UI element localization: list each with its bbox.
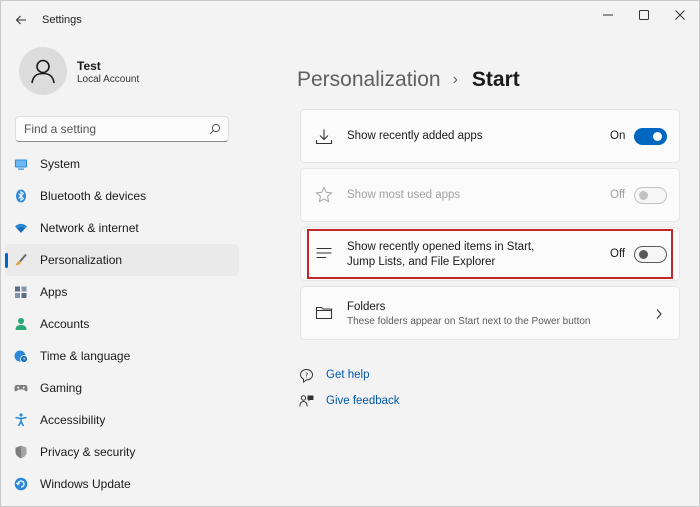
sidebar-item-label: Gaming (40, 381, 83, 395)
give-feedback-link[interactable]: Give feedback (299, 392, 499, 418)
back-arrow-icon (15, 15, 26, 25)
sidebar-item-label: Personalization (40, 253, 123, 267)
sidebar-item-label: Privacy & security (40, 445, 136, 459)
sidebar-item-label: Time & language (40, 349, 131, 363)
help-icon: ? (299, 368, 314, 383)
accessibility-icon (15, 413, 27, 427)
toggle-knob (653, 132, 662, 141)
star-icon (315, 186, 333, 203)
shield-icon (15, 445, 27, 459)
back-button[interactable] (9, 9, 33, 31)
sidebar-item-label: Windows Update (40, 477, 131, 491)
user-icon (31, 59, 55, 84)
sidebar-item-personalization[interactable]: Personalization (5, 244, 239, 276)
sidebar-item-privacy-security[interactable]: Privacy & security (5, 436, 239, 468)
sidebar-item-label: Apps (40, 285, 68, 299)
sidebar-item-accounts[interactable]: Accounts (5, 308, 239, 340)
setting-label: Show most used apps (347, 189, 461, 201)
sidebar-item-label: Accounts (40, 317, 90, 331)
search-input[interactable] (24, 121, 204, 137)
accounts-icon (15, 318, 27, 330)
user-name: Test (77, 59, 101, 73)
setting-recently-added-apps: Show recently added apps On (300, 109, 680, 163)
page-title: Start (471, 68, 520, 91)
maximize-button[interactable] (626, 5, 662, 25)
feedback-icon (299, 395, 314, 407)
toggle-knob (639, 191, 648, 200)
sidebar-item-time-language[interactable]: Time & language (5, 340, 239, 372)
minimize-icon (603, 14, 613, 16)
setting-folders[interactable]: Folders These folders appear on Start ne… (300, 286, 680, 340)
sidebar-item-accessibility[interactable]: Accessibility (5, 404, 239, 436)
search-box[interactable] (15, 116, 229, 142)
sidebar-item-label: Network & internet (40, 221, 139, 235)
gamepad-icon (14, 385, 28, 392)
highlight-box (307, 229, 673, 279)
close-icon (675, 10, 685, 20)
svg-text:?: ? (305, 371, 309, 379)
wifi-icon (15, 223, 27, 233)
sidebar-item-label: Bluetooth & devices (40, 189, 147, 203)
give-feedback-label[interactable]: Give feedback (326, 395, 400, 407)
sidebar-nav: System Bluetooth & devices Network & int… (5, 148, 239, 500)
globe-clock-icon (14, 350, 28, 363)
update-icon (14, 477, 28, 491)
system-icon (15, 159, 27, 170)
recently-added-apps-toggle[interactable] (634, 128, 667, 145)
sidebar-item-network[interactable]: Network & internet (5, 212, 239, 244)
sidebar-item-system[interactable]: System (5, 148, 239, 180)
account-type: Local Account (77, 74, 140, 85)
sidebar-item-gaming[interactable]: Gaming (5, 372, 239, 404)
help-links: ? Get help Give feedback (299, 366, 499, 418)
breadcrumb: Personalization › Start (297, 65, 520, 95)
close-button[interactable] (662, 5, 698, 25)
toggle-state-label: Off (610, 189, 626, 201)
sidebar-item-label: Accessibility (40, 413, 106, 427)
setting-label: Folders (347, 301, 386, 313)
bluetooth-icon (16, 189, 26, 203)
sidebar-item-bluetooth[interactable]: Bluetooth & devices (5, 180, 239, 212)
get-help-label[interactable]: Get help (326, 369, 369, 381)
chevron-right-icon: › (452, 71, 458, 88)
apps-icon (15, 286, 27, 298)
minimize-button[interactable] (590, 5, 626, 25)
most-used-apps-toggle[interactable] (634, 187, 667, 204)
maximize-icon (639, 10, 649, 20)
setting-most-used-apps: Show most used apps Off (300, 168, 680, 222)
title-bar: Settings (1, 1, 699, 37)
breadcrumb-parent[interactable]: Personalization (297, 68, 441, 92)
toggle-state-label: On (610, 130, 626, 142)
search-icon[interactable] (209, 123, 221, 135)
avatar[interactable] (19, 47, 67, 95)
folder-icon (315, 306, 333, 320)
sidebar-item-label: System (40, 157, 81, 171)
get-help-link[interactable]: ? Get help (299, 366, 499, 392)
sidebar-item-apps[interactable]: Apps (5, 276, 239, 308)
chevron-right-icon (656, 309, 662, 319)
setting-label: Show recently added apps (347, 130, 483, 142)
brush-icon (15, 253, 27, 266)
sidebar-item-windows-update[interactable]: Windows Update (5, 468, 239, 500)
settings-window: Settings Test Local Account Find a setti… (0, 0, 700, 507)
setting-description: These folders appear on Start next to th… (347, 316, 591, 327)
download-icon (315, 129, 333, 145)
app-title: Settings (42, 14, 82, 26)
